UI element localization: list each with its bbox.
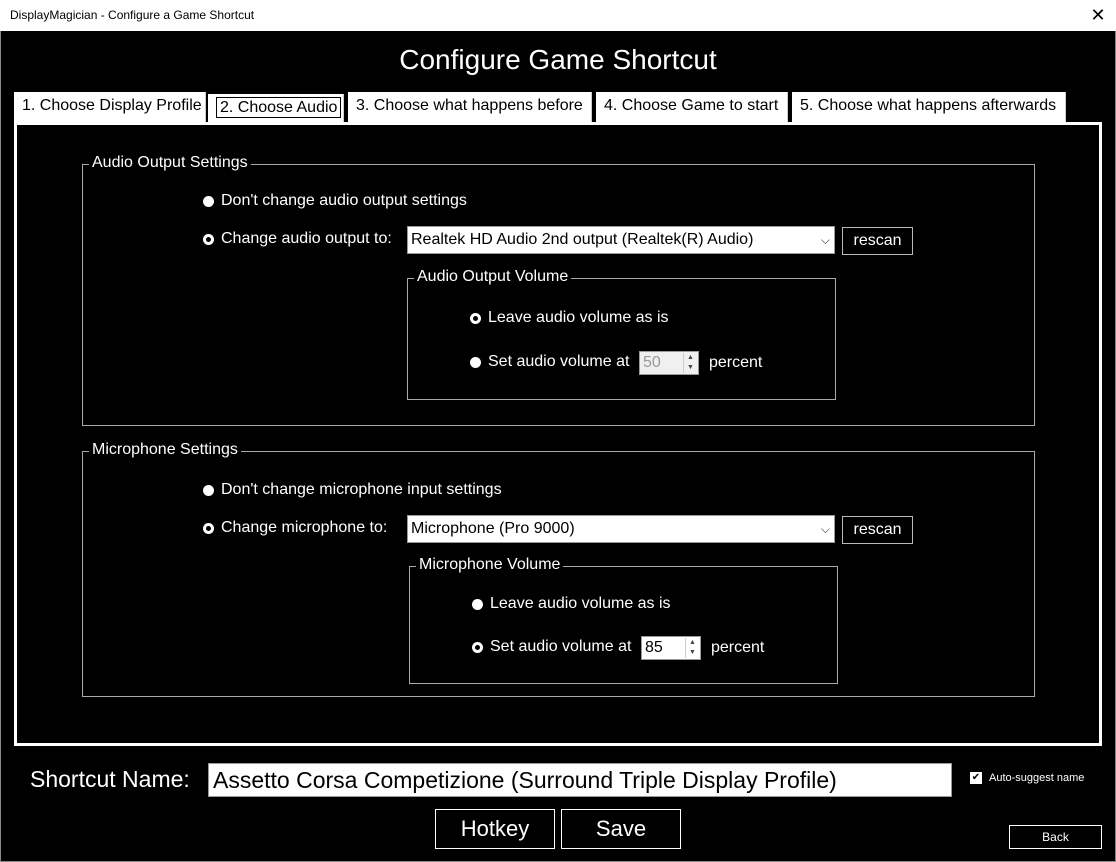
radio-selected-icon — [472, 641, 483, 653]
close-icon[interactable]: ✕ — [1088, 4, 1108, 26]
shortcut-name-input[interactable]: Assetto Corsa Competizione (Surround Tri… — [208, 763, 952, 797]
audio-rescan-button[interactable]: rescan — [842, 227, 913, 255]
audio-no-change-label: Don't change audio output settings — [221, 192, 467, 209]
mic-leave-volume-label: Leave audio volume as is — [490, 595, 671, 612]
tab-label: 2. Choose Audio — [216, 97, 342, 118]
auto-suggest-label: Auto-suggest name — [989, 772, 1085, 784]
audio-no-change-radio[interactable]: Don't change audio output settings — [203, 192, 467, 210]
mic-no-change-label: Don't change microphone input settings — [221, 481, 502, 498]
mic-volume-value: 85 — [645, 639, 663, 656]
radio-icon — [203, 484, 214, 496]
audio-volume-unit: percent — [709, 354, 763, 371]
spin-up-icon[interactable]: ▲ — [687, 354, 694, 361]
hotkey-button[interactable]: Hotkey — [435, 809, 555, 849]
audio-output-legend: Audio Output Settings — [89, 154, 251, 172]
mic-set-volume-label: Set audio volume at — [490, 638, 632, 655]
mic-volume-legend: Microphone Volume — [416, 556, 564, 574]
audio-tab-panel: Audio Output Settings Don't change audio… — [14, 122, 1102, 746]
mic-change-label: Change microphone to: — [221, 519, 388, 536]
chevron-down-icon: ⌵ — [820, 233, 830, 247]
radio-selected-icon — [203, 522, 214, 534]
tab-choose-game[interactable]: 4. Choose Game to start — [596, 92, 788, 122]
audio-volume-value: 50 — [643, 354, 661, 371]
back-button[interactable]: Back — [1009, 825, 1102, 849]
tab-label: 4. Choose Game to start — [604, 97, 779, 114]
mic-leave-volume-radio[interactable]: Leave audio volume as is — [472, 595, 671, 613]
radio-selected-icon — [203, 233, 214, 245]
chevron-down-icon: ⌵ — [820, 522, 830, 536]
audio-set-volume-label: Set audio volume at — [488, 353, 630, 370]
audio-device-select[interactable]: Realtek HD Audio 2nd output (Realtek(R) … — [407, 226, 835, 254]
tab-label: 5. Choose what happens afterwards — [800, 97, 1057, 114]
mic-volume-stepper[interactable]: 85 ▲ ▼ — [641, 636, 701, 660]
save-button[interactable]: Save — [561, 809, 681, 849]
audio-leave-volume-label: Leave audio volume as is — [488, 309, 669, 326]
page-title: Configure Game Shortcut — [399, 44, 717, 75]
mic-volume-group: Microphone Volume Leave audio volume as … — [409, 556, 838, 684]
mic-no-change-radio[interactable]: Don't change microphone input settings — [203, 481, 502, 499]
audio-volume-group: Audio Output Volume Leave audio volume a… — [407, 268, 836, 400]
radio-icon — [203, 195, 214, 207]
window-title: DisplayMagician - Configure a Game Short… — [10, 8, 255, 22]
radio-icon — [472, 598, 483, 610]
mic-device-value: Microphone (Pro 9000) — [411, 520, 575, 537]
mic-device-select[interactable]: Microphone (Pro 9000) ⌵ — [407, 515, 835, 543]
mic-rescan-button[interactable]: rescan — [842, 516, 913, 544]
tab-choose-afterwards[interactable]: 5. Choose what happens afterwards — [792, 92, 1066, 122]
audio-change-radio[interactable]: Change audio output to: — [203, 230, 392, 248]
spin-arrows[interactable]: ▲ ▼ — [685, 638, 699, 658]
tab-choose-display-profile[interactable]: 1. Choose Display Profile — [14, 92, 206, 122]
audio-volume-stepper[interactable]: 50 ▲ ▼ — [639, 351, 699, 375]
auto-suggest-checkbox[interactable]: ✔ Auto-suggest name — [970, 772, 1084, 784]
mic-volume-unit: percent — [711, 639, 765, 656]
spin-up-icon[interactable]: ▲ — [689, 639, 696, 646]
tab-label: 1. Choose Display Profile — [22, 97, 202, 114]
audio-change-label: Change audio output to: — [221, 230, 392, 247]
title-bar: DisplayMagician - Configure a Game Short… — [0, 0, 1116, 31]
audio-set-volume-radio[interactable]: Set audio volume at — [470, 353, 629, 371]
spin-arrows[interactable]: ▲ ▼ — [683, 353, 697, 373]
checkbox-checked-icon[interactable]: ✔ — [970, 772, 982, 784]
spin-down-icon[interactable]: ▼ — [687, 364, 694, 371]
radio-selected-icon — [470, 312, 481, 324]
tab-label: 3. Choose what happens before — [356, 97, 583, 114]
mic-change-radio[interactable]: Change microphone to: — [203, 519, 387, 537]
shortcut-name-label: Shortcut Name: — [30, 766, 190, 792]
radio-icon — [470, 356, 481, 368]
spin-down-icon[interactable]: ▼ — [689, 649, 696, 656]
tab-choose-before[interactable]: 3. Choose what happens before — [348, 92, 592, 122]
tab-choose-audio[interactable]: 2. Choose Audio — [208, 94, 344, 122]
audio-volume-legend: Audio Output Volume — [414, 268, 572, 286]
microphone-group: Microphone Settings Don't change microph… — [82, 441, 1035, 697]
audio-leave-volume-radio[interactable]: Leave audio volume as is — [470, 309, 669, 327]
mic-set-volume-radio[interactable]: Set audio volume at — [472, 638, 631, 656]
audio-output-group: Audio Output Settings Don't change audio… — [82, 154, 1035, 426]
audio-device-value: Realtek HD Audio 2nd output (Realtek(R) … — [411, 231, 754, 248]
microphone-legend: Microphone Settings — [89, 441, 241, 459]
